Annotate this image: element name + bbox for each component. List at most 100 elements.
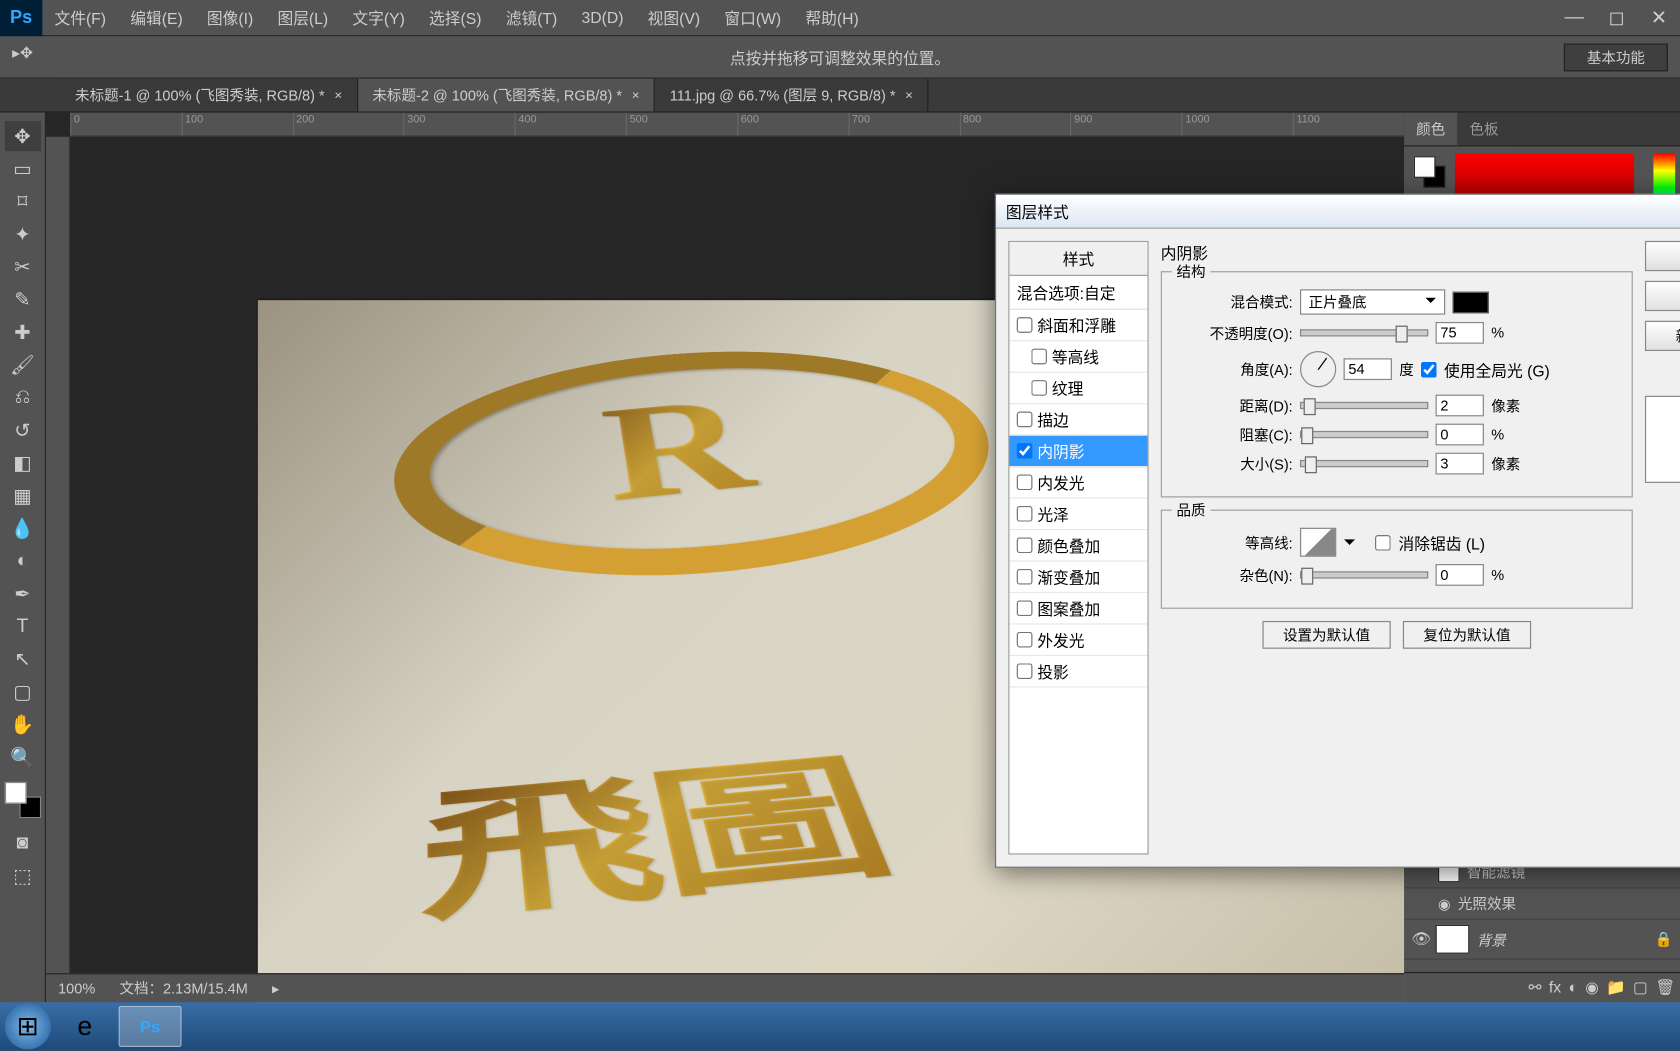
close-icon[interactable]: ✕ (1638, 2, 1680, 32)
global-light-check[interactable] (1421, 361, 1437, 377)
contour-picker[interactable] (1300, 528, 1336, 557)
style-gradient-overlay[interactable]: 渐变叠加 (1009, 562, 1147, 593)
menu-file[interactable]: 文件(F) (42, 6, 118, 29)
doc-info[interactable]: 文档：2.13M/15.4M (119, 978, 247, 999)
path-tool[interactable]: ↖ (4, 644, 40, 674)
new-style-button[interactable]: 新建样式(W)... (1645, 321, 1680, 351)
style-outer-glow[interactable]: 外发光 (1009, 625, 1147, 656)
eyedropper-tool[interactable]: ✎ (4, 284, 40, 314)
styles-header[interactable]: 样式 (1009, 242, 1147, 276)
menu-view[interactable]: 视图(V) (636, 6, 713, 29)
style-stroke[interactable]: 描边 (1009, 404, 1147, 435)
folder-icon[interactable]: 📁 (1606, 978, 1626, 997)
blur-tool[interactable]: 💧 (4, 513, 40, 543)
blend-options[interactable]: 混合选项:自定 (1009, 276, 1147, 310)
antialias-check[interactable] (1376, 534, 1392, 550)
zoom-level[interactable]: 100% (58, 980, 95, 997)
layer-row[interactable]: 👁背景🔒 (1404, 920, 1680, 960)
doc-tab-1[interactable]: 未标题-1 @ 100% (飞图秀装, RGB/8) *× (61, 79, 358, 112)
set-default-button[interactable]: 设置为默认值 (1262, 621, 1390, 649)
close-icon[interactable]: × (632, 88, 640, 103)
heal-tool[interactable]: ✚ (4, 317, 40, 347)
visibility-icon[interactable]: 👁 (1411, 930, 1428, 949)
crop-tool[interactable]: ✂ (4, 252, 40, 282)
mask-icon[interactable]: ◐ (1568, 978, 1578, 997)
choke-input[interactable] (1436, 424, 1484, 446)
style-texture[interactable]: 纹理 (1009, 373, 1147, 404)
adjust-icon[interactable]: ◉ (1585, 978, 1599, 997)
menu-filter[interactable]: 滤镜(T) (494, 6, 570, 29)
pen-tool[interactable]: ✒ (4, 579, 40, 609)
size-input[interactable] (1436, 453, 1484, 475)
doc-tab-3[interactable]: 111.jpg @ 66.7% (图层 9, RGB/8) *× (655, 79, 928, 112)
ok-button[interactable]: 确定 (1645, 241, 1680, 271)
stamp-tool[interactable]: ⎌ (4, 382, 40, 412)
color-swatches[interactable] (4, 782, 40, 818)
menu-window[interactable]: 窗口(W) (712, 6, 793, 29)
maximize-icon[interactable]: ◻ (1595, 2, 1637, 32)
fg-bg-swatch[interactable] (1414, 156, 1445, 187)
eraser-tool[interactable]: ◧ (4, 448, 40, 478)
menu-help[interactable]: 帮助(H) (793, 6, 871, 29)
menu-select[interactable]: 选择(S) (417, 6, 494, 29)
noise-input[interactable] (1436, 564, 1484, 586)
doc-tab-2[interactable]: 未标题-2 @ 100% (飞图秀装, RGB/8) *× (358, 79, 655, 112)
blend-mode-select[interactable]: 正片叠底⏷ (1300, 289, 1445, 314)
shape-tool[interactable]: ▢ (4, 677, 40, 707)
menu-image[interactable]: 图像(I) (195, 6, 266, 29)
dialog-titlebar[interactable]: 图层样式 ✕ (996, 195, 1680, 229)
opacity-input[interactable] (1436, 322, 1484, 344)
ie-button[interactable]: e (53, 1006, 116, 1047)
workspace-switcher[interactable]: 基本功能 (1564, 43, 1668, 71)
close-icon[interactable]: × (334, 88, 342, 103)
menu-layer[interactable]: 图层(L) (265, 6, 340, 29)
close-icon[interactable]: × (905, 88, 913, 103)
choke-slider[interactable] (1300, 431, 1428, 438)
style-contour[interactable]: 等高线 (1009, 341, 1147, 372)
new-icon[interactable]: ▢ (1633, 978, 1648, 997)
hand-tool[interactable]: ✋ (4, 709, 40, 739)
opacity-slider[interactable] (1300, 329, 1428, 336)
zoom-tool[interactable]: 🔍 (4, 742, 40, 772)
style-inner-shadow[interactable]: 内阴影 (1009, 436, 1147, 467)
history-brush-tool[interactable]: ↺ (4, 415, 40, 445)
link-icon[interactable]: ⚯ (1528, 978, 1541, 997)
style-satin[interactable]: 光泽 (1009, 499, 1147, 530)
style-inner-glow[interactable]: 内发光 (1009, 467, 1147, 498)
noise-slider[interactable] (1300, 571, 1428, 578)
document-tabs: 未标题-1 @ 100% (飞图秀装, RGB/8) *× 未标题-2 @ 10… (0, 79, 1680, 113)
angle-input[interactable] (1344, 358, 1392, 380)
fx-icon[interactable]: fx (1549, 978, 1561, 997)
distance-input[interactable] (1436, 395, 1484, 417)
style-drop-shadow[interactable]: 投影 (1009, 656, 1147, 687)
ps-taskbar-button[interactable]: Ps (119, 1006, 182, 1047)
style-color-overlay[interactable]: 颜色叠加 (1009, 530, 1147, 561)
minimize-icon[interactable]: — (1553, 2, 1595, 32)
color-tab[interactable]: 颜色 (1404, 113, 1457, 146)
menu-type[interactable]: 文字(Y) (340, 6, 417, 29)
size-slider[interactable] (1300, 460, 1428, 467)
move-tool[interactable]: ✥ (4, 121, 40, 151)
gradient-tool[interactable]: ▦ (4, 481, 40, 511)
swatches-tab[interactable]: 色板 (1457, 113, 1510, 146)
cancel-button[interactable]: 取消 (1645, 281, 1680, 311)
trash-icon[interactable]: 🗑 (1655, 978, 1675, 997)
style-bevel[interactable]: 斜面和浮雕 (1009, 310, 1147, 341)
start-button[interactable]: ⊞ (5, 1003, 51, 1049)
dodge-tool[interactable]: ◐ (4, 546, 40, 576)
quickmask-tool[interactable]: ◙ (4, 828, 40, 858)
menu-edit[interactable]: 编辑(E) (118, 6, 195, 29)
brush-tool[interactable]: 🖌 (4, 350, 40, 380)
marquee-tool[interactable]: ▭ (4, 154, 40, 184)
lasso-tool[interactable]: ⌑ (4, 186, 40, 216)
wand-tool[interactable]: ✦ (4, 219, 40, 249)
color-swatch[interactable] (1452, 291, 1488, 313)
style-pattern-overlay[interactable]: 图案叠加 (1009, 593, 1147, 624)
distance-slider[interactable] (1300, 402, 1428, 409)
reset-default-button[interactable]: 复位为默认值 (1403, 621, 1531, 649)
screenmode-tool[interactable]: ⬚ (4, 861, 40, 891)
angle-dial[interactable] (1300, 351, 1336, 387)
text-tool[interactable]: T (4, 611, 40, 641)
layer-effect[interactable]: ◉光照效果 (1404, 888, 1680, 919)
menu-3d[interactable]: 3D(D) (569, 8, 635, 26)
